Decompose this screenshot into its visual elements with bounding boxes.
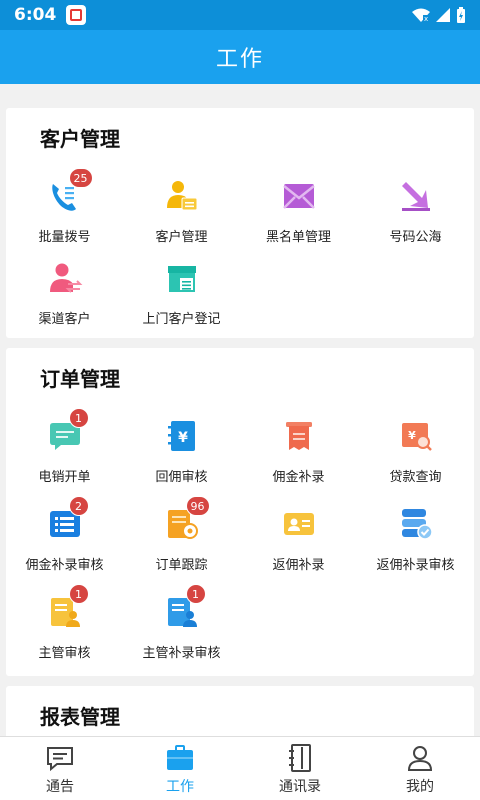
badge-count: 1	[68, 584, 89, 604]
notification-app-icon	[66, 5, 87, 25]
tab-label: 我的	[406, 779, 434, 795]
badge-count: 2	[68, 496, 89, 516]
status-bar: 6:04 x	[0, 0, 480, 30]
section-title-customer: 客户管理	[40, 127, 120, 151]
report-management-card: 报表管理	[6, 686, 474, 736]
supervisor-entry-review-button[interactable]: 1 主管补录审核	[123, 584, 240, 661]
database-check-icon	[401, 509, 433, 540]
status-indicators: x	[412, 7, 466, 23]
yuan-search-icon: ¥	[401, 423, 432, 451]
badge-count: 1	[68, 408, 89, 428]
badge-count: 96	[185, 496, 210, 516]
tab-label: 通告	[46, 779, 74, 795]
section-title-order: 订单管理	[40, 367, 120, 391]
bottom-tab-bar: 通告 工作 通讯录 我的	[0, 736, 480, 800]
message-icon	[47, 747, 73, 772]
mail-blocked-icon	[282, 184, 315, 209]
contacts-book-icon	[289, 744, 311, 772]
channel-customer-button[interactable]: 渠道客户	[6, 260, 123, 327]
title-bar: 工作	[0, 30, 480, 84]
customer-management-button[interactable]: 客户管理	[123, 178, 240, 245]
number-pool-button[interactable]: 号码公海	[357, 178, 474, 245]
visit-register-button[interactable]: 上门客户登记	[123, 260, 240, 327]
order-tracking-button[interactable]: 96 订单跟踪	[123, 496, 240, 573]
download-tray-icon	[401, 182, 430, 211]
customer-management-card: 客户管理 25 批量拨号 客户管理 黑名单管理 号码公海 渠道客户 上门客户登记	[6, 108, 474, 338]
customer-card-icon	[166, 181, 197, 211]
item-label: 号码公海	[389, 230, 442, 245]
user-icon	[407, 746, 433, 771]
blacklist-management-button[interactable]: 黑名单管理	[240, 178, 357, 245]
briefcase-icon	[167, 745, 193, 770]
item-label: 返佣补录	[272, 558, 325, 573]
supervisor-review-button[interactable]: 1 主管审核	[6, 584, 123, 661]
item-label: 上门客户登记	[142, 312, 221, 327]
tab-notice[interactable]: 通告	[0, 737, 120, 800]
item-label: 返佣补录审核	[376, 558, 455, 573]
item-label: 电销开单	[38, 470, 91, 485]
svg-text:¥: ¥	[408, 429, 416, 442]
tab-label: 通讯录	[279, 779, 321, 795]
telesales-order-button[interactable]: 1 电销开单	[6, 408, 123, 485]
item-label: 客户管理	[155, 230, 208, 245]
user-exchange-icon	[49, 263, 82, 293]
storefront-icon	[167, 266, 196, 292]
tab-mine[interactable]: 我的	[360, 737, 480, 800]
item-label: 主管审核	[38, 646, 91, 661]
item-label: 批量拨号	[38, 230, 91, 245]
tab-work[interactable]: 工作	[120, 737, 240, 800]
item-label: 佣金补录	[272, 470, 325, 485]
item-label: 佣金补录审核	[25, 558, 104, 573]
item-label: 贷款查询	[389, 470, 442, 485]
rebate-entry-button[interactable]: 返佣补录	[240, 506, 357, 573]
commission-entry-button[interactable]: 佣金补录	[240, 418, 357, 485]
commission-review-button[interactable]: ¥ 回佣审核	[123, 418, 240, 485]
commission-entry-review-button[interactable]: 2 佣金补录审核	[6, 496, 123, 573]
rebate-entry-review-button[interactable]: 返佣补录审核	[357, 506, 474, 573]
item-label: 订单跟踪	[155, 558, 208, 573]
batch-dial-button[interactable]: 25 批量拨号	[6, 168, 123, 245]
order-management-card: 订单管理 1 电销开单 ¥ 回佣审核 佣金补录 ¥ 贷款查询 2 佣金补录审核 …	[6, 348, 474, 676]
section-title-report: 报表管理	[40, 705, 120, 729]
battery-icon	[457, 7, 465, 23]
svg-text:x: x	[424, 15, 428, 22]
badge-count: 1	[185, 584, 206, 604]
badge-count: 25	[68, 168, 93, 188]
page-title: 工作	[215, 47, 264, 72]
signal-icon	[436, 8, 450, 22]
item-label: 黑名单管理	[265, 230, 331, 245]
tab-label: 工作	[166, 779, 194, 795]
tab-contacts[interactable]: 通讯录	[240, 737, 360, 800]
wifi-icon: x	[412, 8, 430, 22]
item-label: 渠道客户	[38, 312, 91, 327]
item-label: 回佣审核	[155, 470, 208, 485]
id-card-icon	[283, 513, 314, 535]
receipt-icon	[285, 422, 312, 450]
item-label: 主管补录审核	[142, 646, 221, 661]
svg-text:¥: ¥	[178, 430, 188, 446]
yuan-notebook-icon: ¥	[167, 421, 195, 451]
status-time: 6:04	[14, 5, 57, 25]
work-content[interactable]: 客户管理 25 批量拨号 客户管理 黑名单管理 号码公海 渠道客户 上门客户登记…	[0, 84, 480, 736]
loan-query-button[interactable]: ¥ 贷款查询	[357, 418, 474, 485]
